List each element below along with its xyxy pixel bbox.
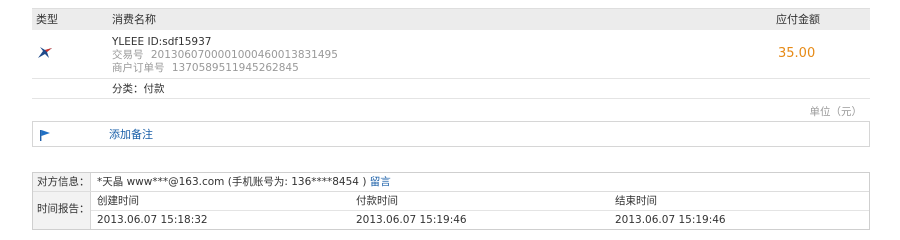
counterparty-row: *天晶 www***@163.com (手机账号为: 136****8454 )…	[97, 176, 391, 189]
row-divider	[32, 78, 870, 79]
ended-time-header: 结束时间	[615, 195, 657, 207]
order-number-value: 1370589511945262845	[171, 62, 299, 74]
created-time-header: 创建时间	[97, 195, 139, 207]
order-number-row: 商户订单号 1370589511945262845	[112, 62, 299, 75]
counterparty-text: *天晶 www***@163.com (手机账号为: 136****8454 )	[97, 176, 367, 188]
counterparty-info-box: 对方信息： *天晶 www***@163.com (手机账号为: 136****…	[32, 172, 870, 230]
flag-icon	[40, 130, 50, 141]
column-header-amount: 应付金额	[776, 13, 820, 26]
category-text: 分类：付款	[112, 83, 165, 95]
amount-value: 35.00	[778, 46, 816, 61]
time-report-label: 时间报告：	[37, 203, 90, 215]
column-header-type: 类型	[36, 13, 58, 26]
column-header-name: 消费名称	[112, 13, 156, 26]
order-number-label: 商户订单号	[112, 62, 165, 74]
created-time-value: 2013.06.07 15:18:32	[97, 214, 208, 226]
ended-time-value: 2013.06.07 15:19:46	[615, 214, 726, 226]
paid-time-header: 付款时间	[356, 195, 398, 207]
table-header: 类型 消费名称 应付金额	[32, 8, 870, 30]
paid-time-value: 2013.06.07 15:19:46	[356, 214, 467, 226]
unit-label: 单位（元）	[809, 106, 863, 118]
leave-message-link[interactable]: 留言	[370, 176, 391, 188]
row-divider	[32, 98, 870, 99]
trade-number-label: 交易号	[112, 49, 144, 61]
trade-number-row: 交易号 2013060700001000460013831495	[112, 49, 338, 62]
info-divider	[33, 191, 869, 192]
counterparty-label: 对方信息：	[37, 176, 90, 188]
item-title: YLEEE ID:sdf15937	[112, 36, 212, 48]
memo-box: 添加备注	[32, 121, 870, 147]
time-divider	[91, 210, 869, 211]
swallow-bird-icon	[38, 47, 52, 58]
add-memo-link[interactable]: 添加备注	[109, 128, 153, 141]
trade-number-value: 2013060700001000460013831495	[150, 49, 338, 61]
